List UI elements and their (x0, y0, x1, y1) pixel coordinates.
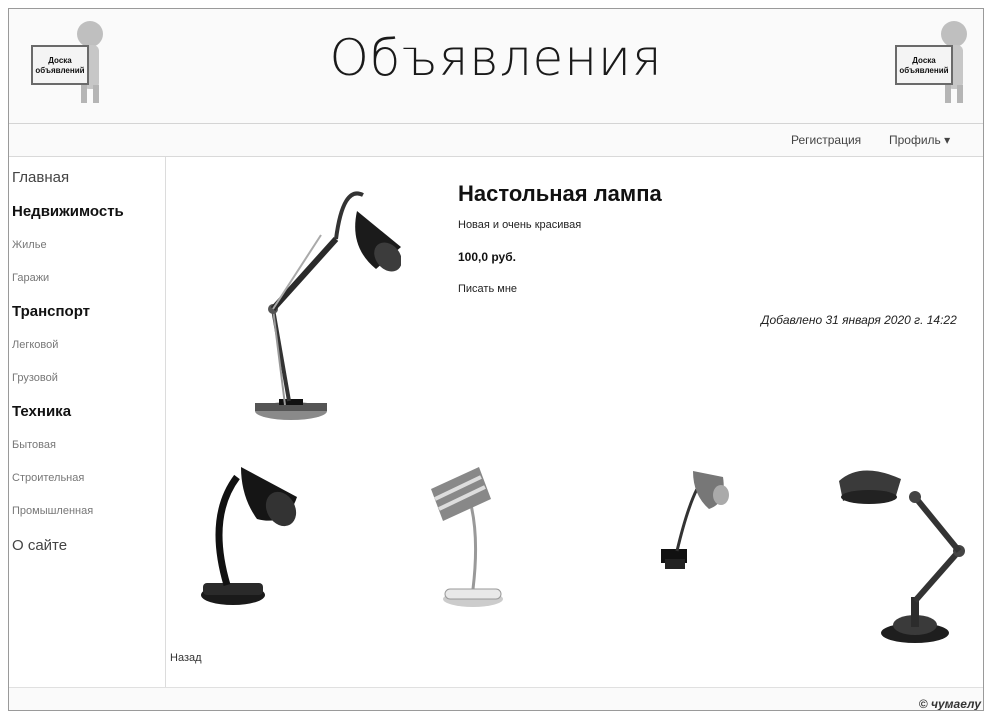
sidebar-category-real-estate[interactable]: Недвижимость (12, 203, 124, 220)
logo-sign: Доска объявлений (895, 45, 953, 85)
sidebar-item-household[interactable]: Бытовая (12, 439, 56, 451)
sidebar-item-about[interactable]: О сайте (12, 537, 67, 554)
sidebar-item-garages[interactable]: Гаражи (12, 272, 49, 284)
ad-title: Настольная лампа (458, 181, 662, 206)
logo-figure-leg (81, 85, 87, 103)
sidebar-item-trucks[interactable]: Грузовой (12, 372, 58, 384)
ad-description: Новая и очень красивая (458, 219, 582, 231)
page-frame: Доска объявлений Объявления Доска объявл… (8, 8, 984, 711)
sidebar-item-home[interactable]: Главная (12, 169, 69, 186)
thumbnail-lamp-3[interactable] (657, 459, 737, 579)
sidebar-item-industrial[interactable]: Промышленная (12, 505, 93, 517)
sidebar-item-cars[interactable]: Легковой (12, 339, 58, 351)
thumbnail-lamp-4[interactable] (831, 461, 981, 647)
sidebar-category-transport[interactable]: Транспорт (12, 303, 90, 320)
logo-figure-head (941, 21, 967, 47)
contact-link[interactable]: Писать мне (458, 283, 517, 295)
top-navbar: Регистрация Профиль ▾ (9, 124, 983, 157)
sidebar-item-construction[interactable]: Строительная (12, 472, 84, 484)
main-lamp-image (255, 191, 401, 420)
ad-price: 100,0 руб. (458, 250, 516, 264)
copyright-text: © чумаелу (918, 697, 981, 711)
sidebar-category-equipment[interactable]: Техника (12, 403, 71, 420)
logo-figure-leg (93, 85, 99, 103)
site-logo-right[interactable]: Доска объявлений (883, 15, 975, 107)
register-link[interactable]: Регистрация (791, 133, 861, 147)
profile-dropdown[interactable]: Профиль ▾ (889, 133, 950, 147)
thumbnail-lamp-2[interactable] (421, 459, 521, 609)
sidebar-nav: Главная Недвижимость Жилье Гаражи Трансп… (9, 157, 166, 687)
back-link[interactable]: Назад (170, 652, 202, 664)
site-title: Объявления (329, 29, 663, 87)
logo-figure-leg (945, 85, 951, 103)
sidebar-item-housing[interactable]: Жилье (12, 239, 47, 251)
ad-date-added: Добавлено 31 января 2020 г. 14:22 (761, 313, 957, 327)
thumbnail-lamp-1[interactable] (197, 457, 307, 607)
logo-figure-leg (957, 85, 963, 103)
site-header: Доска объявлений Объявления Доска объявл… (9, 9, 983, 124)
site-footer: © чумаелу (9, 687, 983, 711)
